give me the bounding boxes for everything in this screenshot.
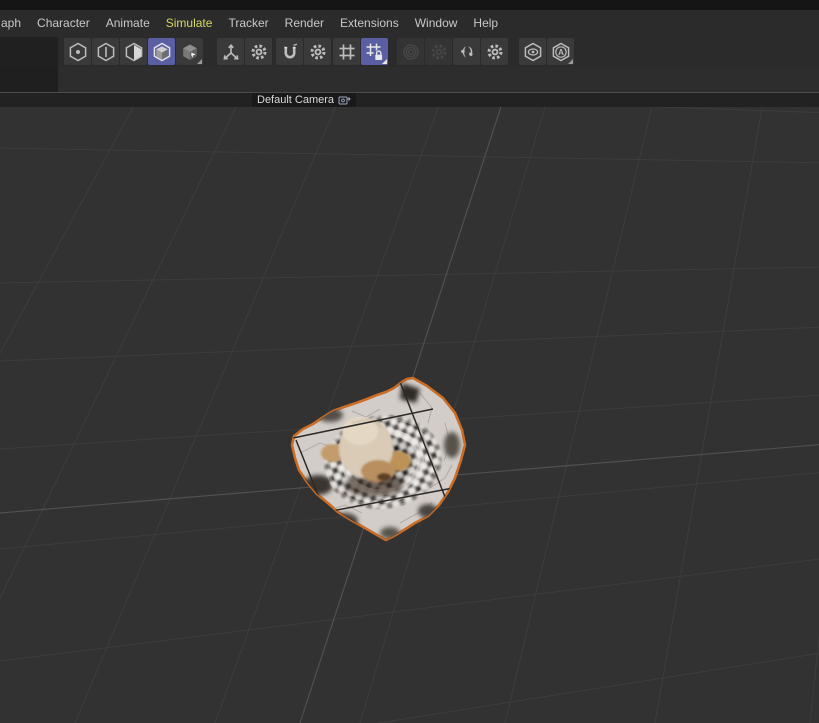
viewport-title-strip: Default Camera	[0, 93, 819, 107]
target-button	[397, 38, 424, 65]
autokey-button[interactable]: A	[547, 38, 574, 65]
window-titlebar	[0, 0, 819, 10]
menu-item-animate[interactable]: Animate	[98, 10, 158, 37]
snap-group	[276, 38, 332, 65]
target-settings-button	[425, 38, 452, 65]
menu-item-simulate[interactable]: Simulate	[158, 10, 221, 37]
mode-palette-group	[64, 38, 204, 65]
menu-item-character[interactable]: Character	[29, 10, 98, 37]
menu-item-extensions[interactable]: Extensions	[332, 10, 407, 37]
symmetry-button[interactable]	[453, 38, 480, 65]
axis-settings-button[interactable]	[245, 38, 272, 65]
view-toggle-group: A	[519, 38, 575, 65]
edges-mode-button[interactable]	[92, 38, 119, 65]
model-mode-button[interactable]	[148, 38, 175, 65]
polygons-mode-icon	[123, 41, 145, 63]
axis-modification-button[interactable]	[217, 38, 244, 65]
symmetry-butterfly-icon	[456, 41, 478, 63]
model-mode-icon	[151, 41, 173, 63]
polygons-mode-button[interactable]	[120, 38, 147, 65]
target-group	[397, 38, 453, 65]
edges-mode-icon	[95, 41, 117, 63]
points-mode-button[interactable]	[64, 38, 91, 65]
menu-item-window[interactable]: Window	[407, 10, 466, 37]
axis-modification-icon	[220, 41, 242, 63]
toolbar: A	[0, 37, 819, 67]
cinema4d-window: aph Character Animate Simulate Tracker R…	[0, 0, 819, 723]
toolbar-empty-strip	[0, 67, 819, 92]
solo-mode-button[interactable]	[519, 38, 546, 65]
target-gear-icon	[428, 41, 450, 63]
snap-settings-gear-icon	[307, 41, 329, 63]
toolbar-left-edge	[0, 37, 58, 67]
target-circles-icon	[400, 41, 422, 63]
locked-workplane-icon	[364, 41, 386, 63]
camera-label[interactable]: Default Camera	[252, 93, 356, 107]
svg-text:A: A	[558, 48, 564, 57]
autokey-hexagon-icon: A	[550, 41, 572, 63]
viewport[interactable]: Default Camera	[0, 92, 819, 723]
axis-settings-gear-icon	[248, 41, 270, 63]
texture-mode-icon	[179, 41, 201, 63]
menu-item-mograph[interactable]: aph	[0, 10, 29, 37]
symmetry-gear-icon	[484, 41, 506, 63]
menu-item-tracker[interactable]: Tracker	[220, 10, 276, 37]
axis-tools-group	[217, 38, 273, 65]
workplane-group	[333, 38, 389, 65]
menubar: aph Character Animate Simulate Tracker R…	[0, 10, 819, 37]
symmetry-group	[453, 38, 509, 65]
menu-item-render[interactable]: Render	[277, 10, 332, 37]
workplane-grid-icon	[336, 41, 358, 63]
camera-swap-icon	[338, 95, 351, 106]
snap-settings-button[interactable]	[304, 38, 331, 65]
texture-mode-button[interactable]	[176, 38, 203, 65]
menu-item-help[interactable]: Help	[465, 10, 506, 37]
workplane-button[interactable]	[333, 38, 360, 65]
lock-workplane-button[interactable]	[361, 38, 388, 65]
scanned-object-mesh[interactable]	[292, 378, 465, 540]
solo-eye-hexagon-icon	[522, 41, 544, 63]
toolbar-empty-strip-left-edge	[0, 67, 58, 92]
camera-label-text: Default Camera	[257, 93, 334, 107]
snap-magnet-icon	[279, 41, 301, 63]
snap-toggle-button[interactable]	[276, 38, 303, 65]
viewport-scene	[0, 93, 819, 723]
points-mode-icon	[67, 41, 89, 63]
symmetry-settings-button[interactable]	[481, 38, 508, 65]
